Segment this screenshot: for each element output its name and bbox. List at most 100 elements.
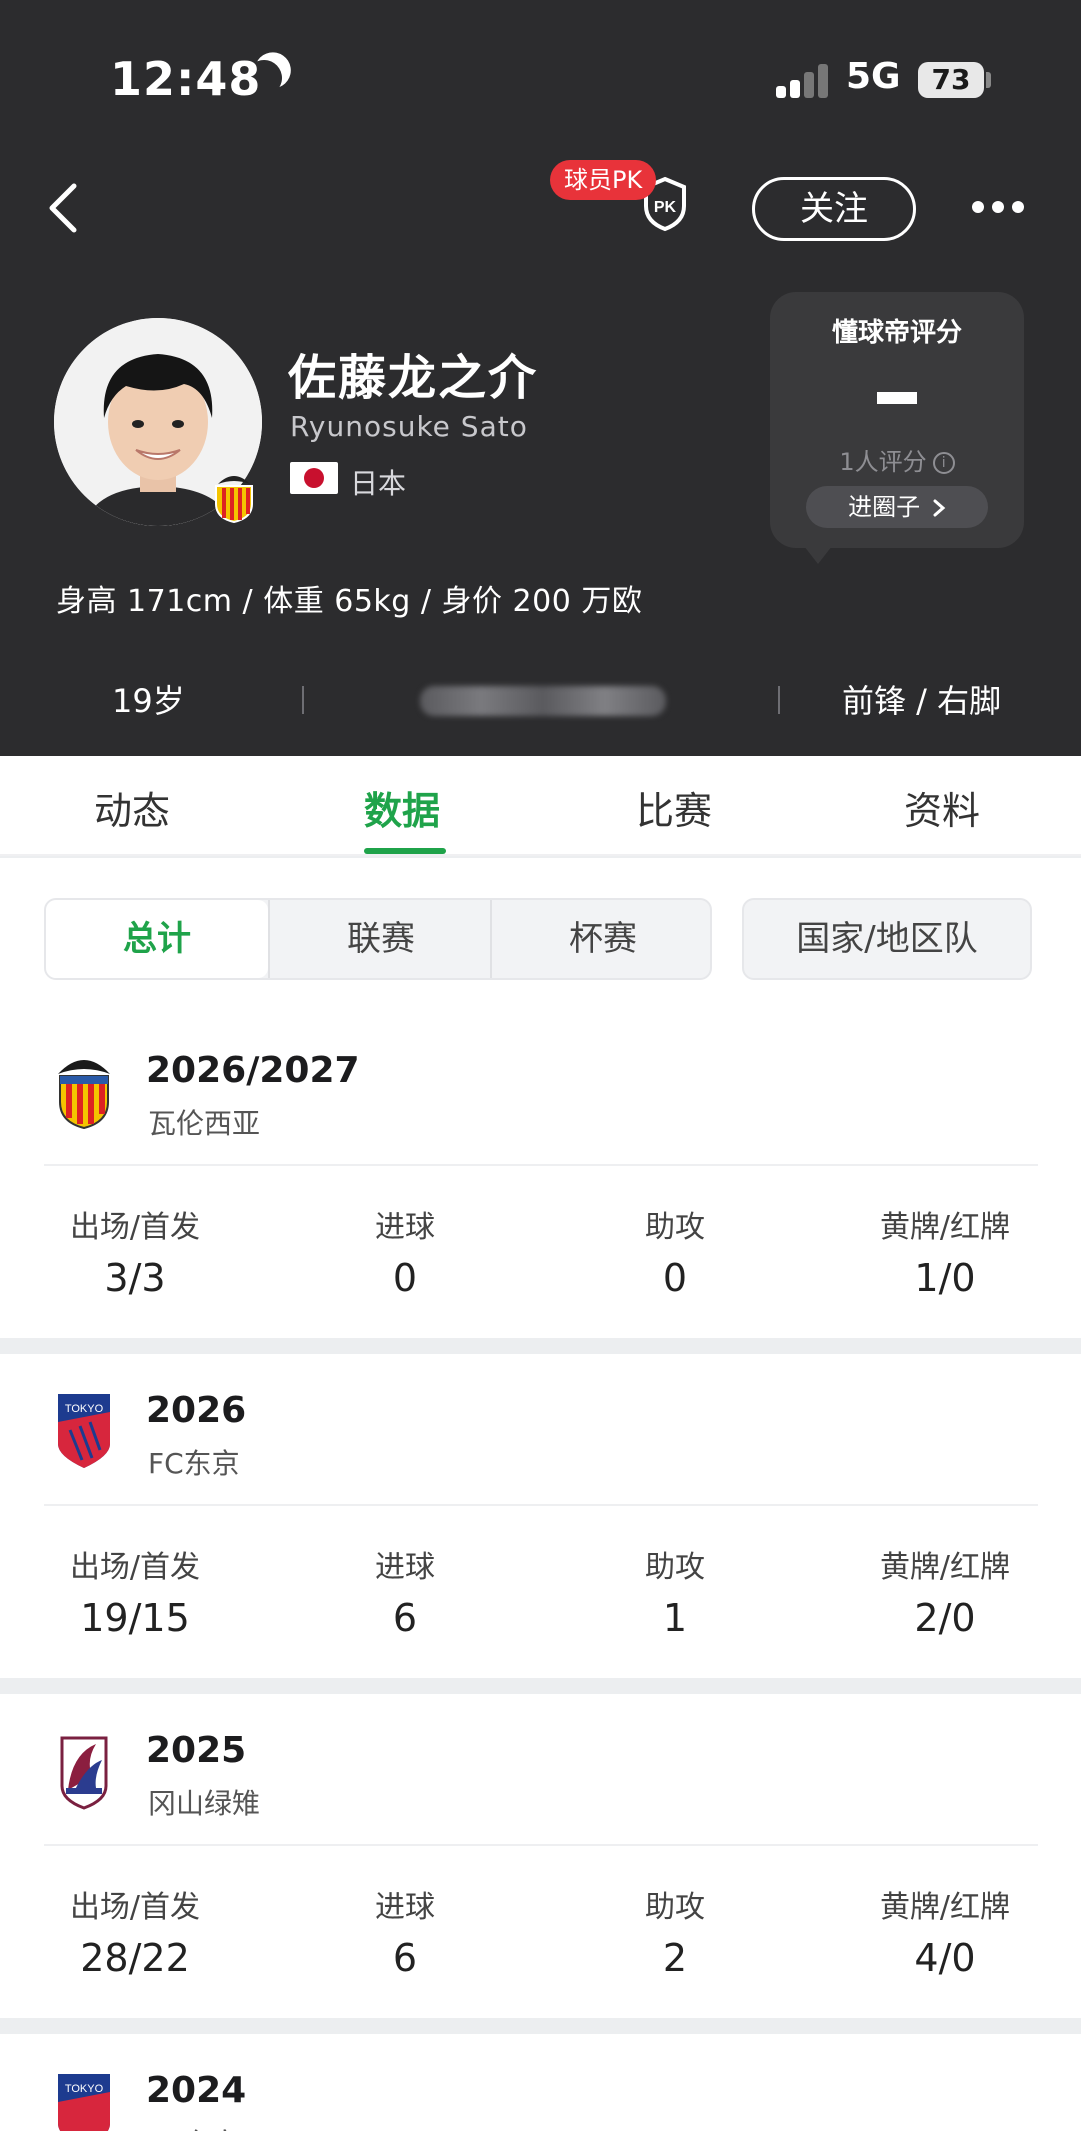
follow-button[interactable]: 关注 [752,177,916,241]
season-gap [0,1338,1081,1354]
stat-cards: 黄牌/红牌 4/0 [810,1882,1080,1980]
valencia-badge-icon [215,476,253,524]
stat-label: 黄牌/红牌 [879,1210,1011,1245]
season-year: 2024 [146,2070,247,2111]
season-club: FC东京 [148,2122,240,2131]
chevron-left-icon [49,183,77,233]
competition-filter: 总计 联赛 杯赛 [44,898,712,980]
stat-goals: 进球 0 [270,1202,540,1300]
season-year: 2025 [146,1730,247,1771]
fc-tokyo-badge-icon: TOKYO [58,1394,110,1468]
fc-tokyo-badge-icon: TOKYO [58,2074,110,2131]
season-club: 冈山绿雉 [148,1787,261,1820]
stat-value: 4/0 [914,1936,976,1980]
stat-value: 19/15 [80,1596,190,1640]
stat-goals: 进球 6 [270,1542,540,1640]
tab-matches[interactable]: 比赛 [636,780,712,835]
info-icon[interactable]: i [932,452,955,474]
player-header: 12:48 5G 73 PK 球员PK 关注 佐藤龙之介 Ryunosuke S… [0,0,1081,756]
chevron-right-icon [933,499,946,517]
season-card[interactable]: 2026/2027 瓦伦西亚 出场/首发 3/3 进球 0 助攻 0 黄牌/红牌… [0,1014,1081,1350]
player-name-en: Ryunosuke Sato [290,410,528,443]
season-club: FC东京 [148,1447,240,1480]
season-divider [44,1164,1038,1166]
rating-value-dash [877,392,917,404]
rating-title: 懂球帝评分 [831,318,962,348]
player-age: 19岁 [112,682,185,720]
stat-assists: 助攻 2 [540,1882,810,1980]
stat-label: 助攻 [645,1890,705,1925]
season-gap [0,2018,1081,2034]
player-pk-button[interactable]: PK 球员PK [550,160,700,240]
stat-label: 出场/首发 [69,1890,201,1925]
back-button[interactable] [44,180,84,236]
svg-text:TOKYO: TOKYO [65,2083,104,2095]
player-name: 佐藤龙之介 [288,350,539,406]
stat-apps: 出场/首发 28/22 [0,1882,270,1980]
valencia-badge-icon [58,1060,110,1130]
tab-data[interactable]: 数据 [364,780,440,835]
svg-text:TOKYO: TOKYO [65,1403,104,1415]
stat-goals: 进球 6 [270,1882,540,1980]
season-gap [0,1678,1081,1694]
stat-label: 黄牌/红牌 [879,1550,1011,1585]
filter-national-team[interactable]: 国家/地区队 [742,898,1032,980]
blurred-info [420,686,666,716]
battery-cap-icon [986,72,991,88]
player-nationality: 日本 [350,467,407,500]
stat-label: 进球 [375,1550,435,1585]
stat-value: 28/22 [80,1936,190,1980]
season-divider [44,1504,1038,1506]
meta-divider [778,686,780,714]
profile-tabs: 动态 数据 比赛 资料 [0,756,1081,856]
season-card[interactable]: 2025 冈山绿雉 出场/首发 28/22 进球 6 助攻 2 黄牌/红牌 4/… [0,1694,1081,2030]
battery-level: 73 [918,62,984,98]
meta-divider [302,686,304,714]
stat-label: 进球 [375,1890,435,1925]
pk-label: 球员PK [550,160,657,200]
stat-value: 0 [662,1256,688,1300]
season-card[interactable]: TOKYO 2026 FC东京 出场/首发 19/15 进球 6 助攻 1 黄牌… [0,1354,1081,1690]
filter-total[interactable]: 总计 [46,900,268,978]
stat-label: 助攻 [645,1550,705,1585]
season-year: 2026 [146,1390,247,1431]
stat-label: 助攻 [645,1210,705,1245]
join-circle-button[interactable]: 进圈子 [806,486,988,528]
network-type: 5G [846,56,901,97]
stat-label: 黄牌/红牌 [879,1890,1011,1925]
stat-value: 2 [662,1936,688,1980]
japan-flag-icon [290,462,338,494]
season-year: 2026/2027 [146,1050,360,1091]
season-divider [44,1844,1038,1846]
stat-value: 3/3 [104,1256,166,1300]
cellular-signal-icon [776,64,830,98]
stats-content: 总计 联赛 杯赛 国家/地区队 2026/2027 瓦伦西亚 出场/首发 3/3… [0,858,1081,2131]
stat-apps: 出场/首发 3/3 [0,1202,270,1300]
stat-value: 1 [662,1596,688,1640]
stat-cards: 黄牌/红牌 2/0 [810,1542,1080,1640]
stat-label: 出场/首发 [69,1550,201,1585]
fagiano-okayama-badge-icon [60,1736,108,1810]
player-body-stats: 身高 171cm / 体重 65kg / 身价 200 万欧 [56,584,643,619]
filter-league[interactable]: 联赛 [270,900,492,978]
pk-icon-text: PK [654,199,677,216]
tab-profile[interactable]: 资料 [904,780,980,835]
stat-value: 6 [392,1936,418,1980]
stat-assists: 助攻 1 [540,1542,810,1640]
tab-feed[interactable]: 动态 [94,780,170,835]
season-card[interactable]: TOKYO 2024 FC东京 [0,2034,1081,2131]
stat-value: 2/0 [914,1596,976,1640]
stat-assists: 助攻 0 [540,1202,810,1300]
rating-count: 1人评分 i [770,442,1024,477]
more-button[interactable] [972,198,1024,218]
stat-label: 进球 [375,1210,435,1245]
stat-value: 1/0 [914,1256,976,1300]
join-circle-label: 进圈子 [848,493,921,521]
status-time: 12:48 [110,52,262,106]
stat-value: 6 [392,1596,418,1640]
filter-cup[interactable]: 杯赛 [492,900,714,978]
season-club: 瓦伦西亚 [148,1107,261,1140]
rating-card[interactable]: 懂球帝评分 1人评分 i 进圈子 [770,292,1024,564]
stat-cards: 黄牌/红牌 1/0 [810,1202,1080,1300]
player-position: 前锋 / 右脚 [842,682,1002,720]
